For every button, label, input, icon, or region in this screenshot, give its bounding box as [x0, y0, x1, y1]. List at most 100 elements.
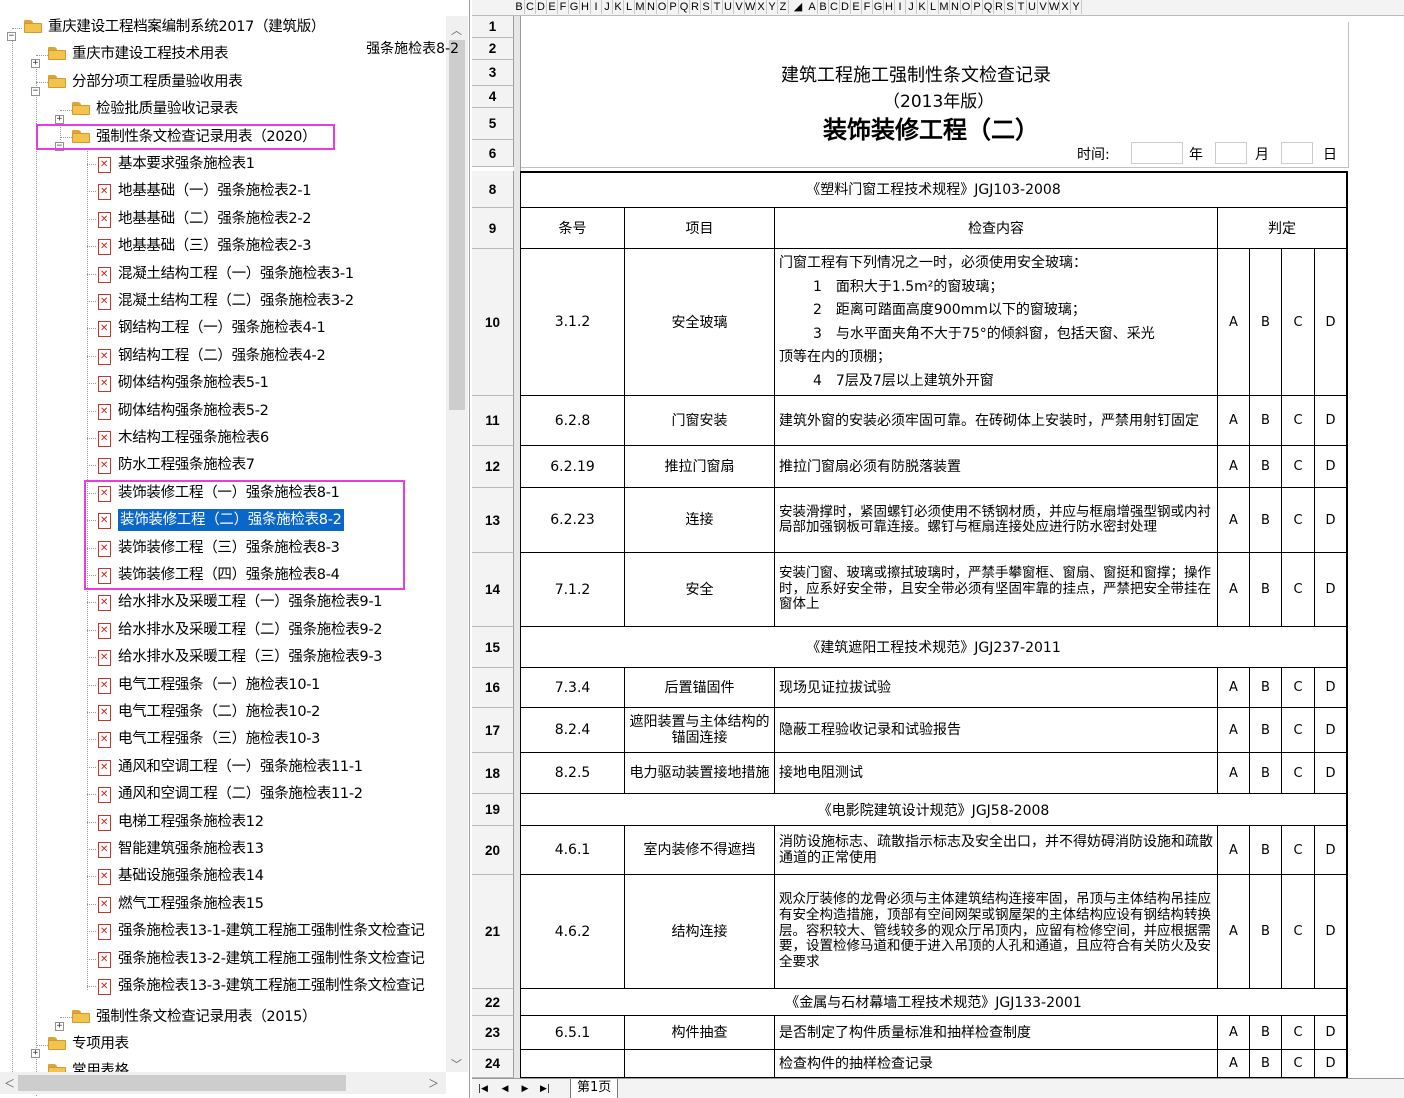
- tree-item[interactable]: 强条施检表13-1-建筑工程施工强制性条文检查记: [118, 918, 425, 944]
- tree-item[interactable]: 混凝土结构工程（二）强条施检表3-2: [118, 288, 354, 314]
- column-letter: P: [972, 0, 983, 14]
- tree-item[interactable]: 给水排水及采暖工程（三）强条施检表9-3: [118, 644, 382, 670]
- tree-item[interactable]: 钢结构工程（二）强条施检表4-2: [118, 343, 326, 369]
- column-letter: P: [668, 0, 679, 14]
- column-letter: S: [1005, 0, 1016, 14]
- judge-option: C: [1282, 826, 1315, 875]
- next-sheet-icon[interactable]: ▶: [518, 1082, 532, 1096]
- tree-item[interactable]: 防水工程强条施检表7: [118, 452, 255, 478]
- pdf-file-icon: ✕: [98, 896, 111, 913]
- form-id: 强条施检表8-2: [366, 41, 459, 57]
- expand-toggle[interactable]: +: [31, 59, 40, 68]
- row-number: 17: [472, 708, 514, 753]
- tree-item[interactable]: 电梯工程强条施检表12: [118, 809, 264, 835]
- file-badge-icon: ✕: [100, 844, 109, 855]
- prev-sheet-icon[interactable]: ◀: [498, 1082, 512, 1096]
- judge-option: A: [1218, 668, 1250, 708]
- tree-item[interactable]: 给水排水及采暖工程（二）强条施检表9-2: [118, 617, 382, 643]
- judge-option: B: [1250, 1016, 1282, 1050]
- column-letter: I: [895, 0, 906, 14]
- tree-item[interactable]: 给水排水及采暖工程（一）强条施检表9-1: [118, 589, 382, 615]
- tree-item[interactable]: 地基基础（二）强条施检表2-2: [118, 206, 311, 232]
- day-input[interactable]: [1281, 142, 1313, 164]
- tree-node-mandatory-2015[interactable]: 强制性条文检查记录用表（2015）: [96, 1004, 317, 1030]
- check-content: 安装滑撑时，紧固螺钉必须使用不锈钢材质，并应与框扇增强型钢或内衬局部加强钢板可靠…: [775, 488, 1218, 553]
- judge-option: D: [1315, 396, 1347, 446]
- scroll-right-icon[interactable]: ＞: [428, 1075, 439, 1091]
- judge-option: A: [1218, 249, 1250, 396]
- sheet-tab[interactable]: 第1页: [570, 1079, 619, 1098]
- tree-item[interactable]: 砌体结构强条施检表5-1: [118, 370, 269, 396]
- first-sheet-icon[interactable]: |◀: [476, 1082, 490, 1096]
- judge-option: C: [1282, 553, 1315, 627]
- scroll-down-icon[interactable]: ﹀: [451, 1056, 462, 1072]
- tree-item[interactable]: 强条施检表13-3-建筑工程施工强制性条文检查记: [118, 973, 425, 999]
- expand-toggle[interactable]: +: [31, 1049, 40, 1058]
- last-sheet-icon[interactable]: ▶|: [538, 1082, 552, 1096]
- folder-icon: [48, 46, 66, 60]
- file-badge-icon: ✕: [100, 296, 109, 307]
- row-number: 23: [472, 1016, 514, 1050]
- column-letter: R: [690, 0, 701, 14]
- tree-item[interactable]: 智能建筑强条施检表13: [118, 836, 264, 862]
- file-badge-icon: ✕: [100, 871, 109, 883]
- tree-node-tech-forms[interactable]: 重庆市建设工程技术用表: [72, 41, 229, 67]
- check-content: 建筑外窗的安装必须牢固可靠。在砖砌体上安装时，严禁用射钉固定: [775, 396, 1218, 446]
- tree-item[interactable]: 电气工程强条（二）施检表10-2: [118, 699, 320, 725]
- expand-toggle[interactable]: +: [55, 1022, 64, 1031]
- tree-item[interactable]: 木结构工程强条施检表6: [118, 425, 269, 451]
- year-input[interactable]: [1131, 142, 1183, 164]
- tree-item[interactable]: 砌体结构强条施检表5-2: [118, 398, 269, 424]
- tree-item[interactable]: 通风和空调工程（二）强条施检表11-2: [118, 781, 363, 807]
- tree-item[interactable]: 基础设施强条施检表14: [118, 863, 264, 889]
- judge-option: C: [1282, 1016, 1315, 1050]
- collapse-toggle[interactable]: −: [7, 32, 16, 41]
- tree-item[interactable]: 钢结构工程（一）强条施检表4-1: [118, 315, 326, 341]
- tree-node-root[interactable]: 重庆建设工程档案编制系统2017（建筑版）: [48, 14, 325, 40]
- tree-vertical-scroll-thumb[interactable]: [449, 40, 465, 410]
- spreadsheet[interactable]: B C D E F G H I J K L M N O P Q R S T U V W X Y Z ◢ A B C D E F G H I J K L M N…: [366, 0, 1404, 1098]
- header-clause-no: 条号: [521, 208, 625, 249]
- tree-horizontal-scroll-thumb[interactable]: [18, 1075, 346, 1091]
- tree-item[interactable]: 地基基础（一）强条施检表2-1: [118, 178, 311, 204]
- scroll-left-icon[interactable]: ＜: [4, 1075, 15, 1091]
- collapse-toggle[interactable]: −: [31, 87, 40, 96]
- pdf-file-icon: ✕: [98, 294, 111, 310]
- tree-item[interactable]: 强条施检表13-2-建筑工程施工强制性条文检查记: [118, 946, 425, 972]
- tree-item[interactable]: 电气工程强条（三）施检表10-3: [118, 726, 320, 752]
- column-letter: B: [818, 0, 829, 14]
- file-badge-icon: ✕: [100, 460, 109, 472]
- column-letter: T: [712, 0, 723, 14]
- row-number: 21: [472, 875, 514, 989]
- column-letter: E: [851, 0, 862, 14]
- tree-item[interactable]: 电气工程强条（一）施检表10-1: [118, 672, 320, 698]
- file-badge-icon: ✕: [100, 761, 109, 773]
- row-number: 14: [472, 553, 514, 627]
- judge-option: A: [1218, 1050, 1250, 1078]
- column-letter: E: [547, 0, 558, 14]
- tree-item[interactable]: 地基基础（三）强条施检表2-3: [118, 233, 311, 259]
- tree-node-inspection-lot[interactable]: 检验批质量验收记录表: [96, 96, 238, 122]
- select-all-icon: ◢: [793, 1, 803, 13]
- folder-tree[interactable]: − 重庆建设工程档案编制系统2017（建筑版） + 重庆市建设工程技术用表 − …: [0, 0, 470, 1098]
- tree-item[interactable]: 通风和空调工程（一）强条施检表11-1: [118, 754, 363, 780]
- column-letters: B C D E F G H I J K L M N O P Q R S T U V W X Y Z ◢: [514, 0, 807, 14]
- check-content: 消防设施标志、疏散指示标志及安全出口，并不得妨碍消防设施和疏散通道的正常使用: [775, 826, 1218, 875]
- form-subtitle: 装饰装修工程（二）: [823, 116, 1039, 144]
- month-input[interactable]: [1215, 142, 1247, 164]
- header-content: 检查内容: [775, 208, 1218, 249]
- expand-toggle[interactable]: +: [55, 115, 64, 124]
- tree-node-acceptance-forms[interactable]: 分部分项工程质量验收用表: [72, 69, 243, 95]
- pdf-file-icon: ✕: [98, 869, 111, 886]
- pdf-file-icon: ✕: [98, 951, 111, 968]
- tree-item[interactable]: 基本要求强条施检表1: [118, 151, 255, 177]
- column-letter: Q: [983, 0, 994, 14]
- tree-item[interactable]: 燃气工程强条施检表15: [118, 891, 264, 917]
- judge-option: A: [1218, 488, 1250, 553]
- clause-no: 6.2.19: [521, 446, 625, 488]
- column-letter: X: [1060, 0, 1071, 14]
- tree-node-special-forms[interactable]: 专项用表: [72, 1031, 129, 1057]
- pdf-file-icon: ✕: [98, 814, 111, 831]
- scroll-up-icon[interactable]: ︿: [451, 22, 462, 38]
- tree-item[interactable]: 混凝土结构工程（一）强条施检表3-1: [118, 261, 354, 287]
